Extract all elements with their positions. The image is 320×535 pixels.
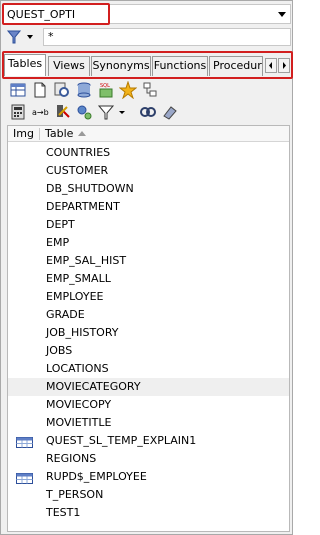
table-name: MOVIECATEGORY <box>46 380 141 393</box>
table-name: EMPLOYEE <box>46 290 104 303</box>
tab-scroll-right-button[interactable] <box>278 58 290 73</box>
table-name: COUNTRIES <box>46 146 111 159</box>
new-document-icon[interactable] <box>31 81 49 99</box>
table-row[interactable]: RUPD$_EMPLOYEE <box>8 468 289 486</box>
query-icon[interactable] <box>53 81 71 99</box>
table-row[interactable]: GRADE <box>8 306 289 324</box>
table-name: QUEST_SL_TEMP_EXPLAIN1 <box>46 434 197 447</box>
column-divider[interactable] <box>39 128 40 140</box>
table-name: EMP <box>46 236 70 249</box>
eraser-icon[interactable] <box>161 103 179 121</box>
filter-input[interactable]: * <box>43 28 291 46</box>
table-row[interactable]: EMP_SMALL <box>8 270 289 288</box>
table-name: TEST1 <box>46 506 81 519</box>
table-name: MOVIETITLE <box>46 416 112 429</box>
tab-procedures[interactable]: Procedure <box>209 56 263 76</box>
table-view-icon[interactable] <box>9 81 27 99</box>
chevron-right-icon <box>283 62 286 69</box>
table-name: JOBS <box>46 344 73 357</box>
table-row[interactable]: JOBS <box>8 342 289 360</box>
table-grid-icon <box>16 472 33 484</box>
filter-row: * <box>3 27 291 47</box>
toolbar-primary: SQL <box>7 80 207 101</box>
table-row[interactable]: CUSTOMER <box>8 162 289 180</box>
table-name: LOCATIONS <box>46 362 109 375</box>
table-row[interactable]: JOB_HISTORY <box>8 324 289 342</box>
filter-button[interactable] <box>5 28 39 46</box>
calculator-icon[interactable] <box>9 103 27 121</box>
table-row[interactable]: DEPT <box>8 216 289 234</box>
sort-ascending-icon <box>78 131 86 136</box>
gear-icon[interactable] <box>75 103 93 121</box>
chevron-left-icon <box>269 62 272 69</box>
stats-chart-icon[interactable]: SQL <box>97 81 115 99</box>
schema-value: QUEST_OPTI <box>7 8 76 21</box>
filter-dropdown-icon[interactable] <box>117 103 127 121</box>
object-type-tabs: Tables Views Synonyms Functions Procedur… <box>4 54 292 76</box>
table-name: DEPARTMENT <box>46 200 120 213</box>
toolbar-secondary: a→b <box>7 103 207 123</box>
table-row[interactable]: COUNTRIES <box>8 144 289 162</box>
tools-icon[interactable] <box>53 103 71 121</box>
table-row[interactable]: EMP_SAL_HIST <box>8 252 289 270</box>
table-name: DEPT <box>46 218 75 231</box>
svg-text:SQL: SQL <box>100 83 110 89</box>
table-row[interactable]: QUEST_SL_TEMP_EXPLAIN1 <box>8 432 289 450</box>
object-browser-panel: QUEST_OPTI * Tables Views Synonyms Funct… <box>0 0 293 535</box>
tab-views[interactable]: Views <box>48 56 90 76</box>
table-name: MOVIECOPY <box>46 398 112 411</box>
table-row[interactable]: MOVIECOPY <box>8 396 289 414</box>
table-name: EMP_SAL_HIST <box>46 254 127 267</box>
table-row[interactable]: TEST1 <box>8 504 289 522</box>
table-grid-icon <box>16 436 33 448</box>
chevron-down-icon[interactable] <box>278 12 286 17</box>
favorite-star-icon[interactable] <box>118 80 138 100</box>
tab-scroll-left-button[interactable] <box>265 58 277 73</box>
table-name: JOB_HISTORY <box>46 326 119 339</box>
filter-icon <box>6 30 33 44</box>
column-header-img[interactable]: Img <box>13 126 34 142</box>
table-name: RUPD$_EMPLOYEE <box>46 470 147 483</box>
table-row[interactable]: MOVIECATEGORY <box>8 378 289 396</box>
database-sql-icon[interactable] <box>75 81 93 99</box>
list-header: Img Table <box>8 126 289 142</box>
table-name: DB_SHUTDOWN <box>46 182 134 195</box>
table-row[interactable]: T_PERSON <box>8 486 289 504</box>
link-icon[interactable] <box>139 103 157 121</box>
tab-functions[interactable]: Functions <box>152 56 208 76</box>
table-row[interactable]: REGIONS <box>8 450 289 468</box>
table-name: CUSTOMER <box>46 164 109 177</box>
tables-list[interactable]: Img Table COUNTRIES CUSTOMER DB_SHUTDOWN DE… <box>7 125 290 532</box>
table-name: T_PERSON <box>46 488 104 501</box>
svg-text:a→b: a→b <box>32 108 49 117</box>
column-header-table[interactable]: Table <box>45 126 73 142</box>
table-name: GRADE <box>46 308 85 321</box>
tab-tables[interactable]: Tables <box>4 54 46 76</box>
table-row[interactable]: EMPLOYEE <box>8 288 289 306</box>
table-row[interactable]: LOCATIONS <box>8 360 289 378</box>
table-name: REGIONS <box>46 452 97 465</box>
table-row[interactable]: MOVIETITLE <box>8 414 289 432</box>
table-row[interactable]: DEPARTMENT <box>8 198 289 216</box>
schema-dropdown[interactable]: QUEST_OPTI <box>3 4 291 24</box>
tree-icon[interactable] <box>141 81 159 99</box>
table-row[interactable]: DB_SHUTDOWN <box>8 180 289 198</box>
table-row[interactable]: EMP <box>8 234 289 252</box>
table-name: EMP_SMALL <box>46 272 111 285</box>
tab-synonyms[interactable]: Synonyms <box>91 56 151 76</box>
filter-icon[interactable] <box>97 103 115 121</box>
rename-icon[interactable]: a→b <box>31 103 49 121</box>
